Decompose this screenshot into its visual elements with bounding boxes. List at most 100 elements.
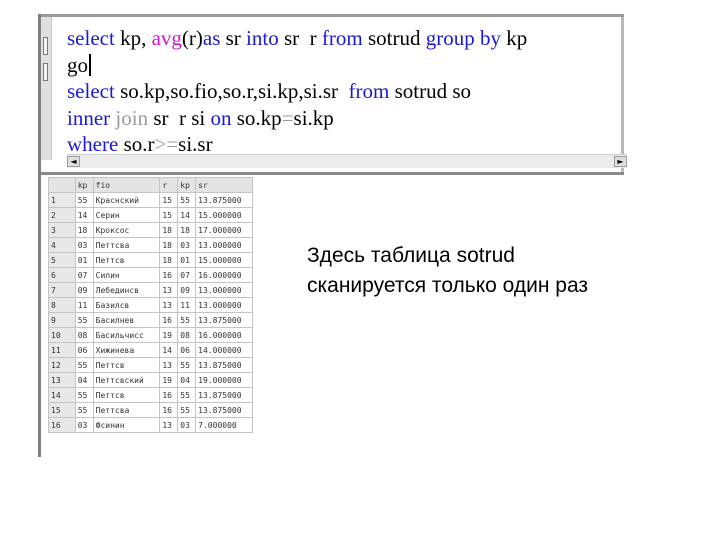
cell-fio[interactable]: Петтсв [92,387,161,403]
cell-sr[interactable]: 14.000000 [195,342,253,358]
cell-fio[interactable]: Серин [92,207,161,223]
cell-fio[interactable]: Петтсва [92,402,161,418]
results-grid[interactable]: kp fio r kp sr 1 55 Краснский 15 55 13.875000… [48,177,253,447]
cell-kp[interactable]: 55 [74,387,94,403]
table-row[interactable]: 13 04 Петтсвский 19 04 19.000000 [48,372,253,388]
cell-sr[interactable]: 16.000000 [195,267,253,283]
table-row[interactable]: 4 03 Петтсва 18 03 13.000000 [48,237,253,253]
row-number[interactable]: 10 [48,327,76,343]
cell-kp[interactable]: 11 [74,297,94,313]
table-row[interactable]: 1 55 Краснский 15 55 13.875000 [48,192,253,208]
cell-r[interactable]: 13 [159,417,179,433]
table-row[interactable]: 11 06 Хижинева 14 06 14.000000 [48,342,253,358]
cell-kp-2[interactable]: 11 [177,297,197,313]
cell-kp-2[interactable]: 03 [177,237,197,253]
cell-r[interactable]: 19 [159,327,179,343]
cell-kp[interactable]: 55 [74,357,94,373]
cell-kp[interactable]: 08 [74,327,94,343]
cell-sr[interactable]: 15.000000 [195,207,253,223]
cell-fio[interactable]: Базилсв [92,297,161,313]
cell-kp[interactable]: 55 [74,192,94,208]
cell-fio[interactable]: Фсинин [92,417,161,433]
row-number[interactable]: 12 [48,357,76,373]
table-row[interactable]: 8 11 Базилсв 13 11 13.000000 [48,297,253,313]
cell-kp-2[interactable]: 14 [177,207,197,223]
cell-kp-2[interactable]: 09 [177,282,197,298]
cell-kp[interactable]: 06 [74,342,94,358]
cell-kp-2[interactable]: 55 [177,312,197,328]
cell-kp[interactable]: 04 [74,372,94,388]
table-row[interactable]: 6 07 Силин 16 07 16.000000 [48,267,253,283]
sql-code[interactable]: select kp, avg(r)as sr into sr r from so… [67,25,527,158]
scroll-right-arrow-icon[interactable]: ► [614,156,627,167]
cell-fio[interactable]: Петтсв [92,252,161,268]
row-number[interactable]: 6 [48,267,76,283]
cell-kp[interactable]: 55 [74,312,94,328]
cell-kp[interactable]: 55 [74,402,94,418]
cell-r[interactable]: 13 [159,357,179,373]
cell-r[interactable]: 16 [159,267,179,283]
cell-kp-2[interactable]: 55 [177,192,197,208]
pane-splitter[interactable] [41,172,624,175]
sql-editor[interactable]: select kp, avg(r)as sr into sr r from so… [41,17,627,172]
cell-sr[interactable]: 17.000000 [195,222,253,238]
cell-sr[interactable]: 13.875000 [195,192,253,208]
cell-kp-2[interactable]: 03 [177,417,197,433]
table-row[interactable]: 16 03 Фсинин 13 03 7.000000 [48,417,253,433]
cell-fio[interactable]: Петтсвский [92,372,161,388]
table-row[interactable]: 15 55 Петтсва 16 55 13.875000 [48,402,253,418]
cell-kp-2[interactable]: 55 [177,357,197,373]
cell-kp-2[interactable]: 18 [177,222,197,238]
column-header-sr[interactable]: sr [195,177,253,193]
table-row[interactable]: 2 14 Серин 15 14 15.000000 [48,207,253,223]
cell-r[interactable]: 16 [159,387,179,403]
code-line[interactable]: select so.kp,so.fio,so.r,si.kp,si.sr fro… [67,78,527,105]
cell-kp[interactable]: 07 [74,267,94,283]
cell-kp[interactable]: 03 [74,417,94,433]
table-row[interactable]: 12 55 Петтсв 13 55 13.875000 [48,357,253,373]
cell-fio[interactable]: Петтсва [92,237,161,253]
cell-sr[interactable]: 7.000000 [195,417,253,433]
row-number[interactable]: 1 [48,192,76,208]
cell-r[interactable]: 18 [159,222,179,238]
code-line[interactable]: inner join sr r si on so.kp=si.kp [67,105,527,132]
column-header-kp-2[interactable]: kp [177,177,197,193]
table-row[interactable]: 7 09 Лебединсв 13 09 13.000000 [48,282,253,298]
cell-kp-2[interactable]: 07 [177,267,197,283]
cell-sr[interactable]: 13.875000 [195,402,253,418]
row-number[interactable]: 2 [48,207,76,223]
row-number[interactable]: 7 [48,282,76,298]
row-number[interactable]: 15 [48,402,76,418]
cell-kp[interactable]: 03 [74,237,94,253]
cell-sr[interactable]: 13.000000 [195,237,253,253]
cell-fio[interactable]: Хижинева [92,342,161,358]
cell-sr[interactable]: 13.000000 [195,282,253,298]
cell-fio[interactable]: Кроксос [92,222,161,238]
column-header-fio[interactable]: fio [92,177,161,193]
cell-r[interactable]: 16 [159,312,179,328]
cell-fio[interactable]: Петтсв [92,357,161,373]
row-number[interactable]: 11 [48,342,76,358]
cell-fio[interactable]: Силин [92,267,161,283]
cell-r[interactable]: 16 [159,402,179,418]
table-row[interactable]: 9 55 Басилнев 16 55 13.875000 [48,312,253,328]
scroll-left-arrow-icon[interactable]: ◄ [67,156,80,167]
table-row[interactable]: 10 08 Басильчисс 19 08 16.000000 [48,327,253,343]
row-number[interactable]: 5 [48,252,76,268]
cell-sr[interactable]: 19.000000 [195,372,253,388]
cell-sr[interactable]: 15.000000 [195,252,253,268]
row-number[interactable]: 16 [48,417,76,433]
cell-kp-2[interactable]: 04 [177,372,197,388]
cell-kp[interactable]: 14 [74,207,94,223]
cell-kp[interactable]: 01 [74,252,94,268]
cell-kp[interactable]: 18 [74,222,94,238]
cell-kp[interactable]: 09 [74,282,94,298]
cell-sr[interactable]: 13.875000 [195,357,253,373]
cell-sr[interactable]: 13.875000 [195,387,253,403]
cell-r[interactable]: 15 [159,207,179,223]
cell-sr[interactable]: 16.000000 [195,327,253,343]
cell-sr[interactable]: 13.875000 [195,312,253,328]
column-header-r[interactable]: r [159,177,179,193]
cell-r[interactable]: 19 [159,372,179,388]
row-number[interactable]: 3 [48,222,76,238]
